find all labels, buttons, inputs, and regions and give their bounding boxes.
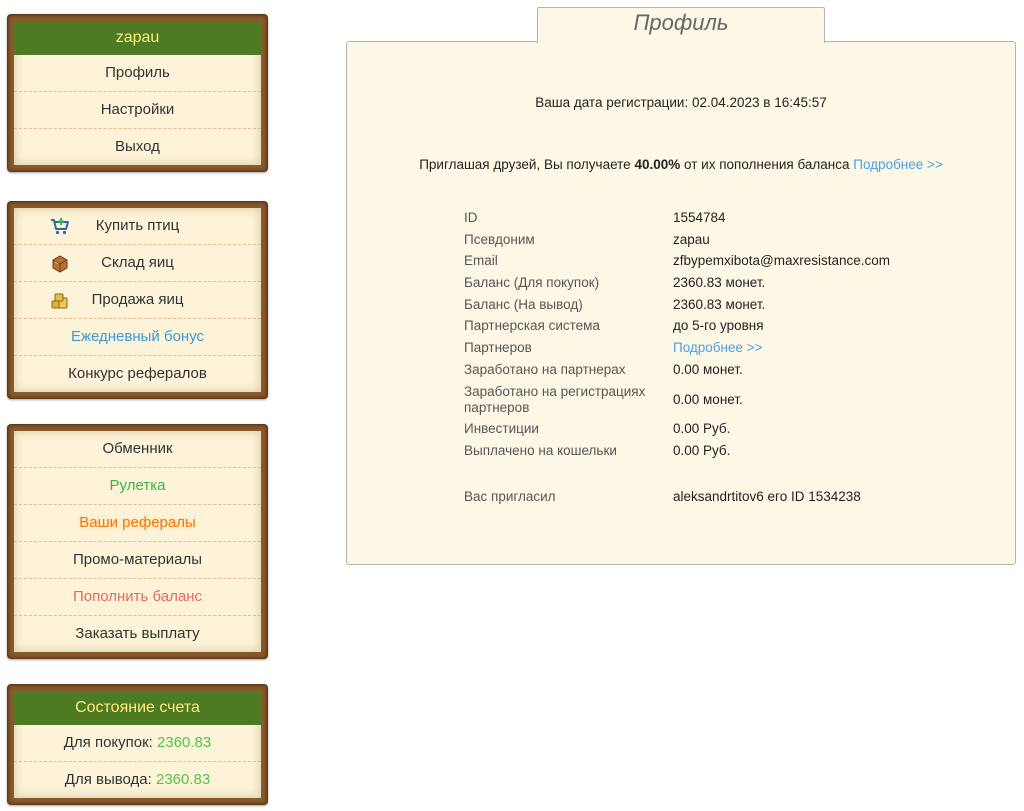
misc-panel: Обменник Рулетка Ваши рефералы Промо-мат…	[7, 424, 268, 659]
account-status-body: Состояние счета Для покупок: 2360.83 Для…	[14, 691, 261, 798]
menu-item-sell-eggs[interactable]: Продажа яиц	[14, 282, 261, 319]
shop-panel: Купить птиц Склад яиц Продажа яиц Ежедне…	[7, 201, 268, 399]
account-status-panel: Состояние счета Для покупок: 2360.83 Для…	[7, 684, 268, 805]
partner-system-value: до 5-го уровня	[673, 318, 764, 334]
menu-item-referral-contest[interactable]: Конкурс рефералов	[14, 356, 261, 392]
info-row-invited-by: Вас пригласил aleksandrtitov6 его ID 153…	[464, 486, 890, 508]
profile-panel: Ваша дата регистрации: 02.04.2023 в 16:4…	[346, 41, 1016, 565]
shopping-cart-icon	[51, 218, 69, 235]
withdraw-balance-row: Для вывода: 2360.83	[14, 762, 261, 798]
info-row-nickname: Псевдоним zapau	[464, 229, 890, 251]
profile-info-table: ID 1554784 Псевдоним zapau Email zfbypem…	[464, 207, 890, 508]
menu-item-your-referrals[interactable]: Ваши рефералы	[14, 505, 261, 542]
user-panel: zapau Профиль Настройки Выход	[7, 14, 268, 172]
purchase-balance-row: Для покупок: 2360.83	[14, 725, 261, 762]
info-row-earned-partners: Заработано на партнерах 0.00 монет.	[464, 359, 890, 381]
paid-out-value: 0.00 Руб.	[673, 443, 731, 459]
menu-item-egg-warehouse[interactable]: Склад яиц	[14, 245, 261, 282]
nickname-label: Псевдоним	[464, 231, 535, 247]
menu-item-daily-bonus[interactable]: Ежедневный бонус	[14, 319, 261, 356]
referral-more-link[interactable]: Подробнее >>	[853, 157, 943, 172]
invited-by-label: Вас пригласил	[464, 488, 556, 504]
earned-partners-label: Заработано на партнерах	[464, 361, 626, 377]
info-row-id: ID 1554784	[464, 207, 890, 229]
menu-item-exchanger[interactable]: Обменник	[14, 431, 261, 468]
user-panel-body: zapau Профиль Настройки Выход	[14, 21, 261, 165]
id-value: 1554784	[673, 209, 726, 225]
investments-label: Инвестиции	[464, 421, 539, 437]
earned-registrations-value: 0.00 монет.	[673, 391, 743, 407]
shop-panel-body: Купить птиц Склад яиц Продажа яиц Ежедне…	[14, 208, 261, 392]
info-row-balance-withdraw: Баланс (На вывод) 2360.83 монет.	[464, 294, 890, 316]
purchase-balance-value: 2360.83	[157, 734, 212, 751]
info-row-partner-system: Партнерская система до 5-го уровня	[464, 315, 890, 337]
balance-purchases-value: 2360.83 монет.	[673, 274, 766, 290]
balance-withdraw-label: Баланс (На вывод)	[464, 296, 583, 312]
menu-item-promo-materials[interactable]: Промо-материалы	[14, 542, 261, 579]
menu-item-egg-warehouse-label: Склад яиц	[101, 254, 174, 271]
info-row-earned-registrations: Заработано на регистрациях партнеров 0.0…	[464, 381, 890, 419]
referral-info: Приглашая друзей, Вы получаете 40.00% от…	[347, 157, 1015, 172]
partners-more-link[interactable]: Подробнее >>	[673, 340, 763, 355]
menu-item-logout[interactable]: Выход	[14, 129, 261, 165]
referral-suffix: от их пополнения баланса	[684, 157, 850, 172]
nickname-value: zapau	[673, 231, 710, 247]
email-value: zfbypemxibota@maxresistance.com	[673, 253, 891, 269]
referral-prefix: Приглашая друзей, Вы получаете	[419, 157, 631, 172]
withdraw-balance-value: 2360.83	[155, 771, 211, 788]
partners-label: Партнеров	[464, 339, 532, 355]
email-label: Email	[464, 253, 498, 269]
profile-tab[interactable]: Профиль	[537, 7, 825, 43]
registration-date: Ваша дата регистрации: 02.04.2023 в 16:4…	[535, 95, 827, 110]
info-row-partners: Партнеров Подробнее >>	[464, 337, 890, 359]
paid-out-label: Выплачено на кошельки	[464, 443, 617, 459]
earned-registrations-label: Заработано на регистрациях партнеров	[464, 383, 646, 415]
partner-system-label: Партнерская система	[464, 318, 600, 334]
balance-withdraw-value: 2360.83 монет.	[673, 296, 766, 312]
invited-by-value: aleksandrtitov6 его ID 1534238	[673, 488, 861, 504]
info-row-email: Email zfbypemxibota@maxresistance.com	[464, 250, 890, 272]
investments-value: 0.00 Руб.	[673, 421, 731, 437]
menu-item-sell-eggs-label: Продажа яиц	[91, 291, 184, 308]
withdraw-balance-label: Для вывода:	[64, 771, 152, 788]
coins-icon	[51, 293, 68, 309]
account-status-title: Состояние счета	[14, 691, 261, 725]
balance-purchases-label: Баланс (Для покупок)	[464, 274, 600, 290]
info-row-paid-out: Выплачено на кошельки 0.00 Руб.	[464, 440, 890, 462]
info-row-investments: Инвестиции 0.00 Руб.	[464, 419, 890, 441]
menu-item-settings[interactable]: Настройки	[14, 92, 261, 129]
menu-item-request-payout[interactable]: Заказать выплату	[14, 616, 261, 652]
menu-item-roulette[interactable]: Рулетка	[14, 468, 261, 505]
purchase-balance-label: Для покупок:	[63, 734, 153, 751]
username-header: zapau	[14, 21, 261, 55]
referral-percent: 40.00%	[634, 157, 681, 172]
id-label: ID	[464, 209, 478, 225]
info-row-balance-purchases: Баланс (Для покупок) 2360.83 монет.	[464, 272, 890, 294]
menu-item-top-up-balance[interactable]: Пополнить баланс	[14, 579, 261, 616]
info-spacer	[464, 462, 890, 486]
menu-item-buy-birds-label: Купить птиц	[95, 217, 180, 234]
menu-item-buy-birds[interactable]: Купить птиц	[14, 208, 261, 245]
earned-partners-value: 0.00 монет.	[673, 361, 743, 377]
crate-icon	[52, 255, 68, 273]
menu-item-profile[interactable]: Профиль	[14, 55, 261, 92]
misc-panel-body: Обменник Рулетка Ваши рефералы Промо-мат…	[14, 431, 261, 652]
